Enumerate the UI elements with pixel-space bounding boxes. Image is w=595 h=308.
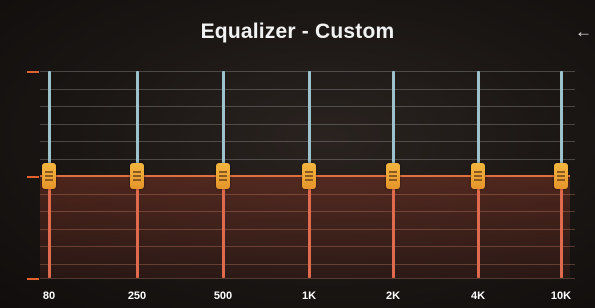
thumb-grip: [219, 179, 227, 181]
band-label-80: 80: [42, 290, 56, 302]
thumb-grip: [557, 171, 565, 173]
slider-track-lower[interactable]: [222, 176, 225, 278]
thumb-grip: [219, 171, 227, 173]
thumb-grip: [305, 175, 313, 177]
band-label-1k: 1K: [301, 290, 317, 302]
thumb-grip: [389, 171, 397, 173]
slider-track-upper[interactable]: [560, 71, 563, 176]
band-label-500: 500: [213, 290, 233, 302]
band-label-10k: 10K: [550, 290, 572, 302]
scale-bottom-mark: [27, 278, 39, 280]
band-label-250: 250: [127, 290, 147, 302]
negative-gain-area: [40, 176, 570, 278]
slider-thumb-4k[interactable]: [471, 163, 485, 189]
thumb-grip: [389, 175, 397, 177]
slider-track-lower[interactable]: [477, 176, 480, 278]
slider-thumb-500[interactable]: [216, 163, 230, 189]
thumb-grip: [133, 171, 141, 173]
slider-thumb-250[interactable]: [130, 163, 144, 189]
thumb-grip: [133, 179, 141, 181]
slider-track-lower[interactable]: [560, 176, 563, 278]
scale-top-mark: [27, 71, 39, 73]
band-label-4k: 4K: [470, 290, 486, 302]
slider-track-upper[interactable]: [477, 71, 480, 176]
slider-track-upper[interactable]: [136, 71, 139, 176]
thumb-grip: [557, 179, 565, 181]
thumb-grip: [219, 175, 227, 177]
slider-track-upper[interactable]: [308, 71, 311, 176]
slider-track-upper[interactable]: [392, 71, 395, 176]
thumb-grip: [305, 179, 313, 181]
scale-mid-mark: [27, 176, 39, 178]
thumb-grip: [133, 175, 141, 177]
band-label-2k: 2K: [385, 290, 401, 302]
slider-thumb-80[interactable]: [42, 163, 56, 189]
slider-thumb-1k[interactable]: [302, 163, 316, 189]
grid-line: [40, 278, 575, 279]
slider-track-upper[interactable]: [48, 71, 51, 176]
thumb-grip: [557, 175, 565, 177]
thumb-grip: [389, 179, 397, 181]
equalizer-screen: Equalizer - Custom ← 80 250 500 1K 2K 4K 10K: [0, 0, 595, 308]
slider-track-lower[interactable]: [308, 176, 311, 278]
thumb-grip: [305, 171, 313, 173]
thumb-grip: [474, 171, 482, 173]
thumb-grip: [45, 179, 53, 181]
thumb-grip: [474, 175, 482, 177]
slider-track-lower[interactable]: [48, 176, 51, 278]
thumb-grip: [474, 179, 482, 181]
slider-thumb-10k[interactable]: [554, 163, 568, 189]
slider-track-upper[interactable]: [222, 71, 225, 176]
equalizer-panel: 80 250 500 1K 2K 4K 10K: [0, 0, 595, 308]
slider-track-lower[interactable]: [392, 176, 395, 278]
thumb-grip: [45, 171, 53, 173]
thumb-grip: [45, 175, 53, 177]
slider-track-lower[interactable]: [136, 176, 139, 278]
slider-thumb-2k[interactable]: [386, 163, 400, 189]
